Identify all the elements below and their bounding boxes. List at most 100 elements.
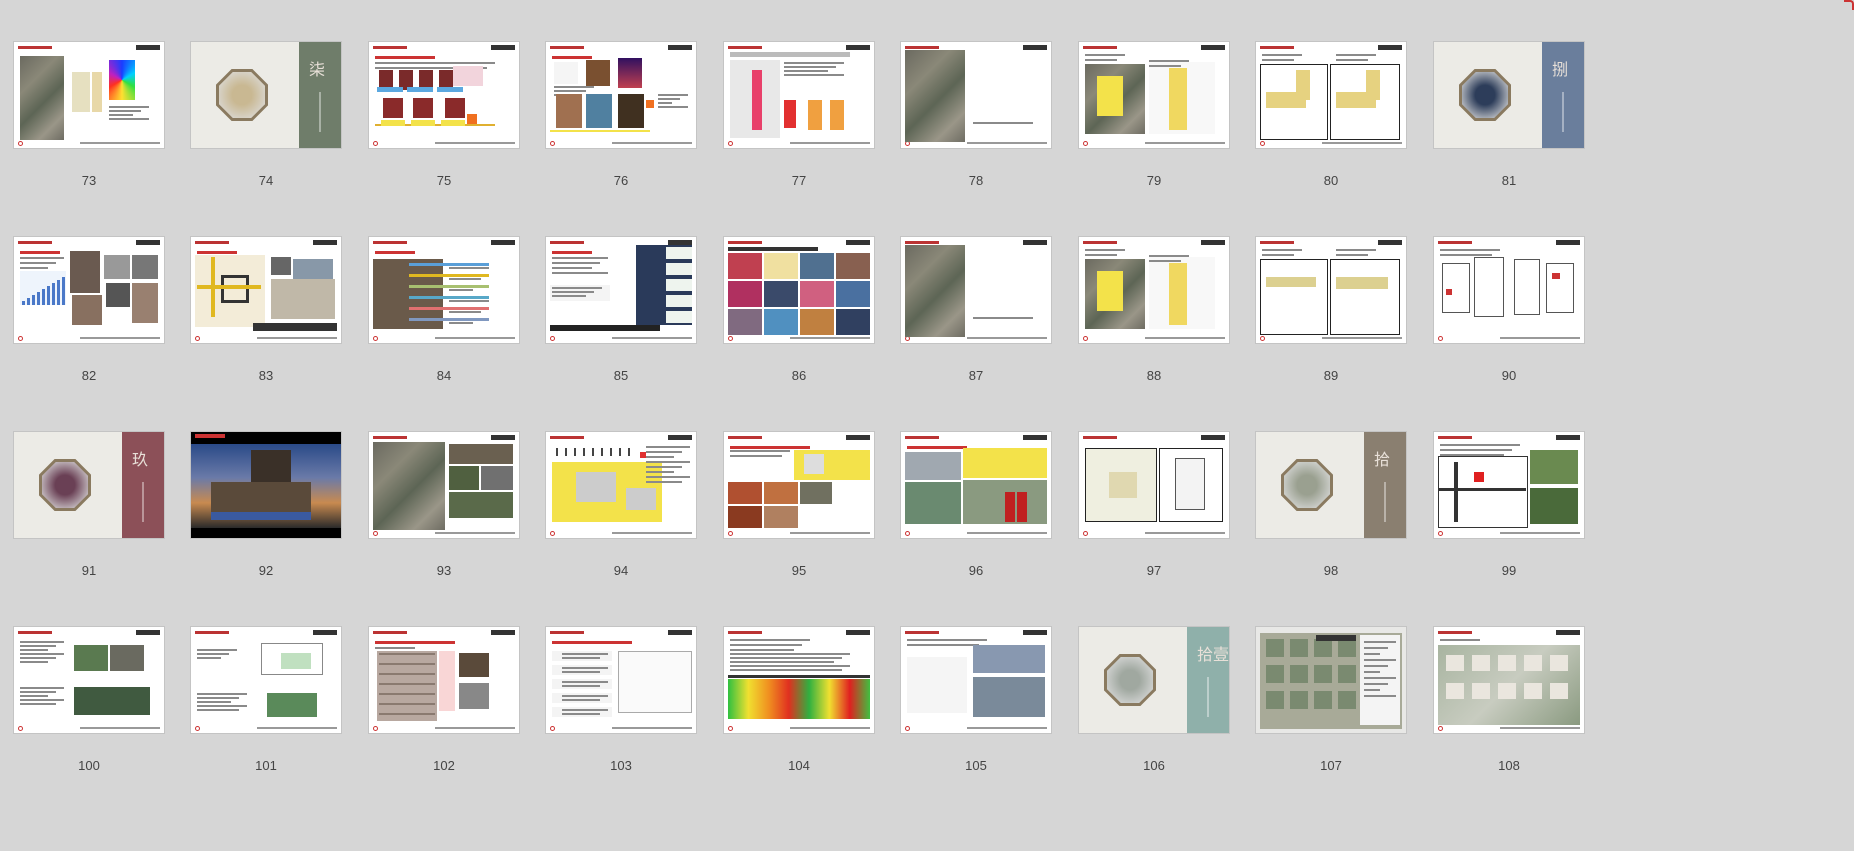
slide-thumbnail[interactable] bbox=[901, 42, 1051, 148]
text-line bbox=[1336, 254, 1368, 256]
slide-thumbnail-cell[interactable]: 76 bbox=[546, 42, 696, 212]
slide-thumbnail[interactable] bbox=[546, 627, 696, 733]
slide-thumbnail-cell[interactable]: 101 bbox=[191, 627, 341, 797]
footer-text-line bbox=[80, 142, 160, 144]
slide-thumbnail[interactable] bbox=[191, 627, 341, 733]
slide-thumbnail[interactable] bbox=[724, 42, 874, 148]
slide-thumbnail-cell[interactable]: 105 bbox=[901, 627, 1051, 797]
slide-thumbnail[interactable] bbox=[191, 432, 341, 538]
slide-thumbnail-cell[interactable]: 88 bbox=[1079, 237, 1229, 407]
slide-thumbnail[interactable] bbox=[546, 432, 696, 538]
slide-thumbnail-cell[interactable]: 柒 74 bbox=[191, 42, 341, 212]
building bbox=[1524, 683, 1542, 699]
slide-thumbnail-cell[interactable]: 107 bbox=[1256, 627, 1406, 797]
slide-thumbnail[interactable] bbox=[1079, 432, 1229, 538]
slide-thumbnail-cell[interactable]: 77 bbox=[724, 42, 874, 212]
slide-thumbnail-cell[interactable]: 82 bbox=[14, 237, 164, 407]
footer-logo-mark bbox=[195, 336, 200, 341]
slide-thumbnail[interactable] bbox=[1256, 237, 1406, 343]
slide-thumbnail[interactable] bbox=[14, 237, 164, 343]
slide-thumbnail-cell[interactable]: 90 bbox=[1434, 237, 1584, 407]
slide-thumbnail[interactable] bbox=[1256, 627, 1406, 733]
slide-thumbnail[interactable] bbox=[14, 42, 164, 148]
caption-box bbox=[666, 263, 692, 275]
slide-thumbnail-cell[interactable]: 89 bbox=[1256, 237, 1406, 407]
slide-thumbnail-cell[interactable]: 79 bbox=[1079, 42, 1229, 212]
slide-thumbnail[interactable] bbox=[724, 627, 874, 733]
building bbox=[1524, 655, 1542, 671]
slide-thumbnail[interactable] bbox=[1434, 432, 1584, 538]
slide-thumbnail-cell[interactable]: 75 bbox=[369, 42, 519, 212]
slide-thumbnail-cell[interactable]: 83 bbox=[191, 237, 341, 407]
photo bbox=[618, 94, 644, 128]
slide-thumbnail-cell[interactable]: 玖 91 bbox=[14, 432, 164, 602]
slide-thumbnail[interactable] bbox=[369, 237, 519, 343]
slide-thumbnail-cell[interactable]: 87 bbox=[901, 237, 1051, 407]
slide-thumbnail[interactable] bbox=[724, 432, 874, 538]
slide-footer bbox=[905, 726, 1047, 731]
text-line bbox=[1149, 65, 1181, 67]
footer-logo-mark bbox=[550, 726, 555, 731]
figure-icon bbox=[445, 98, 465, 118]
slide-thumbnail-cell[interactable]: 102 bbox=[369, 627, 519, 797]
footer-text-line bbox=[1322, 142, 1402, 144]
slide-thumbnail-cell[interactable]: 85 bbox=[546, 237, 696, 407]
text-line bbox=[109, 114, 133, 116]
block bbox=[1266, 665, 1284, 683]
slide-thumbnail-cell[interactable]: 97 bbox=[1079, 432, 1229, 602]
slide-number: 98 bbox=[1323, 563, 1339, 578]
slide-thumbnail-cell[interactable]: 103 bbox=[546, 627, 696, 797]
slide-footer bbox=[1083, 141, 1225, 146]
slide-thumbnail[interactable] bbox=[724, 237, 874, 343]
text-line bbox=[646, 446, 690, 448]
text-line bbox=[562, 695, 608, 697]
slide-thumbnail-cell[interactable]: 93 bbox=[369, 432, 519, 602]
slide-thumbnail[interactable]: 拾 bbox=[1256, 432, 1406, 538]
slide-thumbnail-cell[interactable]: 108 bbox=[1434, 627, 1584, 797]
slide-thumbnail-cell[interactable]: 80 bbox=[1256, 42, 1406, 212]
footer-text-line bbox=[80, 727, 160, 729]
slide-thumbnail[interactable] bbox=[369, 627, 519, 733]
slide-thumbnail-cell[interactable]: 拾壹 106 bbox=[1079, 627, 1229, 797]
slide-thumbnail[interactable]: 玖 bbox=[14, 432, 164, 538]
slide-thumbnail-cell[interactable]: 96 bbox=[901, 432, 1051, 602]
slide-thumbnail[interactable] bbox=[191, 237, 341, 343]
slide-thumbnail[interactable] bbox=[1434, 237, 1584, 343]
slide-thumbnail-cell[interactable]: 拾 98 bbox=[1256, 432, 1406, 602]
photo bbox=[449, 492, 513, 518]
slide-thumbnail-cell[interactable]: 99 bbox=[1434, 432, 1584, 602]
slide-thumbnail-cell[interactable]: 78 bbox=[901, 42, 1051, 212]
slide-number: 89 bbox=[1323, 368, 1339, 383]
block bbox=[1290, 639, 1308, 657]
text-line bbox=[197, 649, 237, 651]
text-line bbox=[658, 98, 680, 100]
slide-thumbnail[interactable] bbox=[546, 42, 696, 148]
slide-thumbnail-cell[interactable]: 92 bbox=[191, 432, 341, 602]
slide-thumbnail-cell[interactable]: 95 bbox=[724, 432, 874, 602]
slide-thumbnail[interactable] bbox=[369, 42, 519, 148]
slide-thumbnail-cell[interactable]: 104 bbox=[724, 627, 874, 797]
slide-thumbnail-cell[interactable]: 84 bbox=[369, 237, 519, 407]
slide-thumbnail[interactable] bbox=[369, 432, 519, 538]
slide-thumbnail[interactable] bbox=[14, 627, 164, 733]
footer-text-line bbox=[612, 337, 692, 339]
slide-thumbnail-cell[interactable]: 73 bbox=[14, 42, 164, 212]
slide-thumbnail[interactable] bbox=[546, 237, 696, 343]
slide-thumbnail-cell[interactable]: 94 bbox=[546, 432, 696, 602]
header-logo bbox=[1378, 45, 1402, 50]
slide-thumbnail-cell[interactable]: 捌 81 bbox=[1434, 42, 1584, 212]
slide-thumbnail-cell[interactable]: 100 bbox=[14, 627, 164, 797]
slide-thumbnail[interactable] bbox=[1079, 237, 1229, 343]
slide-thumbnail[interactable] bbox=[1256, 42, 1406, 148]
slide-thumbnail[interactable]: 柒 bbox=[191, 42, 341, 148]
slide-thumbnail[interactable] bbox=[901, 627, 1051, 733]
slide-thumbnail[interactable]: 捌 bbox=[1434, 42, 1584, 148]
slide-thumbnail-cell[interactable]: 86 bbox=[724, 237, 874, 407]
slide-thumbnail[interactable] bbox=[1079, 42, 1229, 148]
header-logo bbox=[136, 45, 160, 50]
slide-thumbnail[interactable] bbox=[901, 432, 1051, 538]
slide-title-bar bbox=[375, 251, 415, 254]
slide-thumbnail[interactable]: 拾壹 bbox=[1079, 627, 1229, 733]
slide-thumbnail[interactable] bbox=[1434, 627, 1584, 733]
slide-thumbnail[interactable] bbox=[901, 237, 1051, 343]
